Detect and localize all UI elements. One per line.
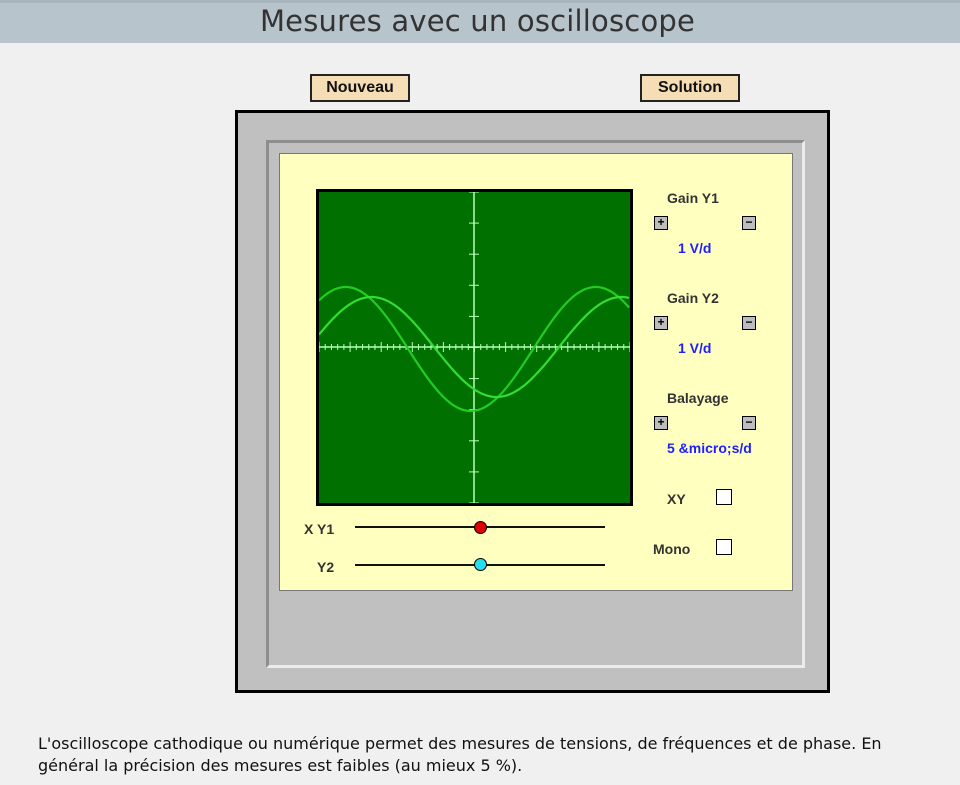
gain-y1-label: Gain Y1 [667, 190, 719, 206]
sweep-plus-button[interactable]: + [654, 416, 668, 430]
oscilloscope-bezel: Gain Y1 + − 1 V/d Gain Y2 + − 1 V/d Bala… [266, 140, 805, 668]
gain-y2-plus-button[interactable]: + [654, 316, 668, 330]
gain-y1-minus-button[interactable]: − [742, 216, 756, 230]
solution-button[interactable]: Solution [640, 74, 740, 102]
description-text: L'oscilloscope cathodique ou numérique p… [38, 734, 882, 775]
mono-label: Mono [653, 541, 691, 557]
oscilloscope-display [319, 192, 630, 503]
oscilloscope-screen [316, 189, 633, 506]
sweep-label: Balayage [667, 390, 729, 406]
gain-y2-minus-button[interactable]: − [742, 316, 756, 330]
oscilloscope-panel: Gain Y1 + − 1 V/d Gain Y2 + − 1 V/d Bala… [279, 153, 793, 591]
gain-y2-value: 1 V/d [678, 340, 712, 356]
y2-slider-knob[interactable] [473, 558, 487, 571]
y2-slider-label: Y2 [317, 559, 335, 575]
xy1-slider-label: X Y1 [304, 521, 335, 537]
xy1-slider-knob[interactable] [473, 521, 487, 534]
gain-y1-plus-button[interactable]: + [654, 216, 668, 230]
oscilloscope-frame: Gain Y1 + − 1 V/d Gain Y2 + − 1 V/d Bala… [235, 110, 830, 693]
new-button[interactable]: Nouveau [310, 74, 410, 102]
gain-y1-value: 1 V/d [678, 240, 712, 256]
page-title: Mesures avec un oscilloscope [259, 4, 696, 38]
mono-checkbox[interactable] [716, 539, 732, 555]
sweep-value: 5 &micro;s/d [667, 440, 752, 456]
xy-label: XY [667, 491, 686, 507]
xy-checkbox[interactable] [716, 489, 732, 505]
gain-y2-label: Gain Y2 [667, 290, 719, 306]
sweep-minus-button[interactable]: − [742, 416, 756, 430]
